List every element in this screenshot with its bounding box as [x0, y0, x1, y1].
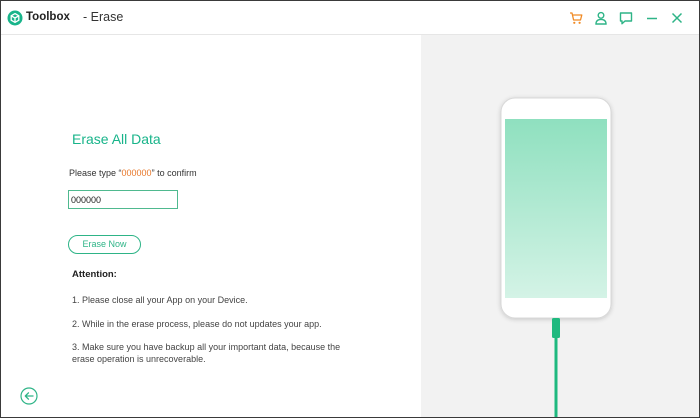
phone-illustration [500, 97, 612, 417]
title-bar: Toolbox - Erase [1, 1, 699, 35]
note-item: 2. While in the erase process, please do… [72, 319, 322, 329]
confirm-input[interactable] [68, 190, 178, 209]
note-item: 1. Please close all your App on your Dev… [72, 295, 248, 305]
device-illustration-panel [421, 35, 699, 417]
page-title: Erase All Data [72, 131, 161, 147]
confirm-instruction: Please type “000000” to confirm [69, 168, 197, 178]
note-item: erase operation is unrecoverable. [72, 354, 206, 364]
app-window: Toolbox - Erase Erase All Data Please ty… [0, 0, 700, 418]
user-icon[interactable] [593, 10, 609, 26]
attention-label: Attention: [72, 269, 117, 280]
phone-icon [500, 97, 612, 319]
confirm-code: 000000 [121, 168, 152, 178]
app-name: Toolbox [26, 11, 70, 23]
confirm-suffix: ” to confirm [151, 168, 197, 178]
usb-cable-icon [552, 318, 560, 417]
erase-panel: Erase All Data Please type “000000” to c… [1, 35, 421, 417]
close-icon[interactable] [669, 10, 685, 26]
feedback-icon[interactable] [618, 10, 634, 26]
back-icon[interactable] [20, 387, 38, 405]
logo-icon [7, 10, 23, 26]
erase-now-button[interactable]: Erase Now [68, 235, 141, 254]
cart-icon[interactable] [568, 10, 584, 26]
note-item: 3. Make sure you have backup all your im… [72, 342, 341, 352]
window-title: - Erase [83, 10, 124, 24]
confirm-prefix: Please type “ [69, 168, 122, 178]
minimize-icon[interactable] [644, 10, 660, 26]
